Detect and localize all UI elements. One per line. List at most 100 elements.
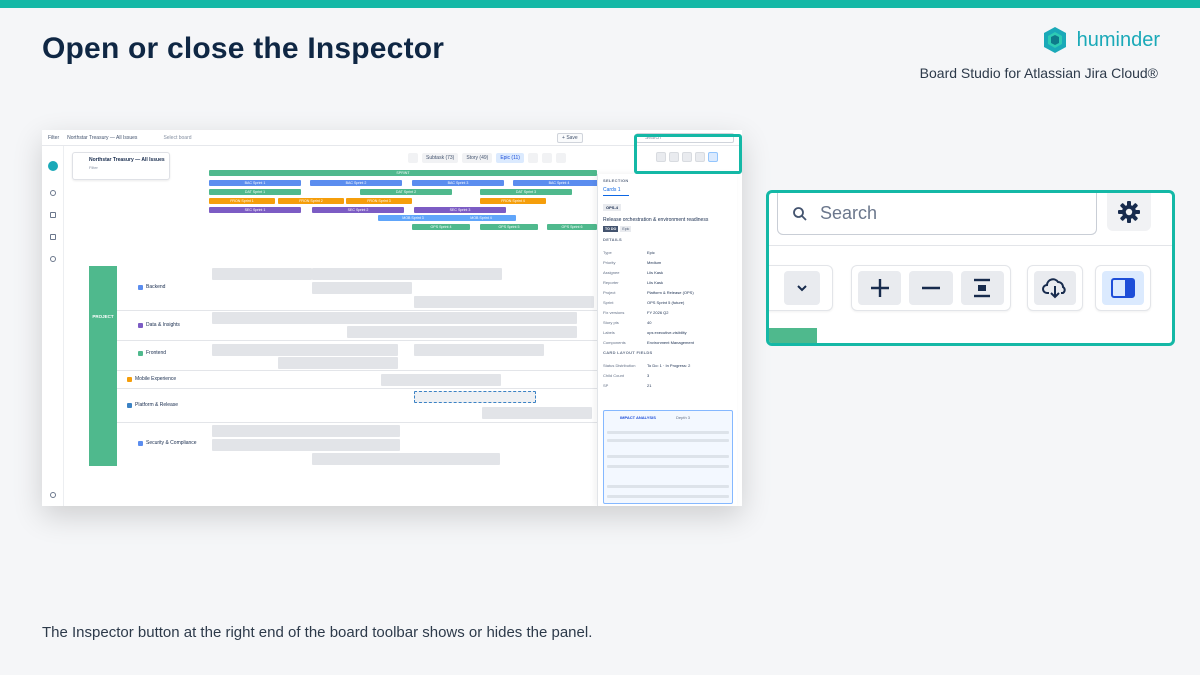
row-divider (117, 340, 597, 341)
board-toolbar: Subtask (73) Story (49) Epic (11) (408, 152, 566, 164)
row-label[interactable]: Security & Compliance (138, 440, 197, 446)
left-rail (42, 146, 64, 506)
sprint-bar-fragment (769, 328, 817, 343)
issue-key[interactable]: OPS-4 (603, 204, 622, 211)
export-button[interactable] (1034, 271, 1076, 305)
row-label[interactable]: Mobile Experience (127, 376, 176, 382)
selected-card[interactable] (414, 391, 536, 403)
inspector-panel: SELECTION Cards 1 OPS-4 Release orchestr… (597, 174, 737, 506)
sprint-bar[interactable]: FRON Sprint 4 (480, 198, 546, 204)
board-name[interactable]: Northstar Treasury — All Issues (67, 135, 137, 141)
help-icon[interactable] (50, 492, 56, 498)
calendar-icon[interactable] (50, 234, 56, 240)
board-screenshot: Filter Northstar Treasury — All Issues S… (42, 130, 742, 506)
card[interactable] (482, 407, 592, 419)
undo-icon[interactable] (408, 153, 418, 163)
save-label: Save (566, 135, 578, 141)
chevron-down-icon[interactable] (784, 271, 820, 305)
inspector-toggle-button[interactable] (1102, 271, 1144, 305)
eye-icon[interactable] (769, 271, 776, 305)
inspector-group (1095, 265, 1151, 311)
slide-subtitle: Board Studio for Atlassian Jira Cloud® (919, 65, 1158, 81)
card[interactable] (414, 344, 544, 356)
sprint-bar[interactable]: MOB Sprint 4 (446, 215, 516, 221)
sprint-bar[interactable]: FRON Sprint 2 (278, 198, 344, 204)
sprint-bar[interactable]: BAC Sprint 3 (412, 180, 504, 186)
sprint-bar[interactable]: DAT Sprint 3 (480, 189, 572, 195)
row-divider (117, 310, 597, 311)
card[interactable] (312, 268, 502, 280)
story-filter[interactable]: Story (49) (462, 153, 493, 163)
card[interactable] (312, 282, 412, 294)
card[interactable] (278, 344, 398, 356)
card[interactable] (212, 268, 312, 280)
sprint-bar[interactable]: SEC Sprint 1 (209, 207, 301, 213)
select-board[interactable]: Select board (163, 135, 191, 141)
app-logo-icon[interactable] (48, 161, 58, 171)
filter-card-title: Northstar Treasury — All Issues (89, 157, 165, 163)
zoom-in-button[interactable] (858, 271, 902, 305)
highlight-box-toolbar (634, 134, 742, 174)
sprint-bar[interactable]: BAC Sprint 4 (513, 180, 605, 186)
card[interactable] (414, 296, 594, 308)
search-placeholder: Search (820, 203, 878, 223)
subtask-filter[interactable]: Subtask (73) (422, 153, 459, 163)
zoom-out-button[interactable] (909, 271, 953, 305)
sprint-bar[interactable]: DAT Sprint 2 (360, 189, 452, 195)
sprint-bar[interactable]: FRON Sprint 3 (346, 198, 412, 204)
link-icon[interactable] (50, 256, 56, 262)
card[interactable] (312, 453, 500, 465)
card[interactable] (347, 326, 577, 338)
epic-filter[interactable]: Epic (11) (496, 153, 524, 163)
zoom-callout: Search (766, 190, 1175, 346)
filter-card-sub: Filter (89, 165, 98, 170)
divider (769, 245, 1172, 246)
sprint-bar[interactable]: SEC Sprint 2 (312, 207, 404, 213)
inspector-heading: SELECTION (603, 178, 629, 183)
row-label[interactable]: Platform & Release (127, 402, 178, 408)
fit-icon (974, 278, 991, 298)
row-label[interactable]: Frontend (138, 350, 166, 356)
status-badge: TO DO (603, 226, 619, 232)
layout-icon[interactable] (527, 153, 538, 163)
row-label[interactable]: Backend (138, 284, 165, 290)
card[interactable] (381, 374, 501, 386)
sprint-bar[interactable]: OPS Sprint 5 (480, 224, 538, 230)
filter-label[interactable]: Filter (48, 135, 59, 141)
sprint-bar[interactable]: FRON Sprint 1 (209, 198, 275, 204)
project-icon (127, 376, 132, 382)
tab-cards[interactable]: Cards 1 (603, 187, 629, 196)
sprint-bar[interactable]: OPS Sprint 6 (547, 224, 597, 230)
columns-icon[interactable] (541, 153, 552, 163)
sprint-bar[interactable]: BAC Sprint 1 (209, 180, 301, 186)
row-label[interactable]: Data & Insights (138, 322, 180, 328)
sprint-bar[interactable]: OPS Sprint 4 (412, 224, 470, 230)
top-accent-bar (0, 0, 1200, 8)
swimlane-project: PROJECT (89, 266, 117, 466)
tab-cards-count: 1 (617, 187, 621, 193)
impact-depth[interactable]: Depth 3 (676, 415, 690, 420)
zoom-controls-group (851, 265, 1011, 311)
sprint-bar[interactable]: SEC Sprint 3 (414, 207, 506, 213)
sprint-bar[interactable]: BAC Sprint 2 (310, 180, 402, 186)
row-divider (117, 370, 597, 371)
calendar-view-icon[interactable] (555, 153, 566, 163)
gear-icon (1118, 201, 1140, 223)
card[interactable] (212, 439, 400, 451)
save-button[interactable]: + Save (557, 133, 583, 143)
project-icon (138, 322, 143, 328)
sprint-bar[interactable]: DAT Sprint 1 (209, 189, 301, 195)
plus-icon (870, 279, 889, 297)
view-dropdown-group (769, 265, 833, 311)
card[interactable] (278, 357, 398, 369)
search-input[interactable]: Search (777, 193, 1097, 235)
card[interactable] (212, 312, 577, 324)
row-divider (117, 388, 597, 389)
sprint-bar[interactable]: MOB Sprint 3 (378, 215, 448, 221)
fit-to-screen-button[interactable] (960, 271, 1004, 305)
list-icon[interactable] (50, 212, 56, 218)
globe-icon[interactable] (50, 190, 56, 196)
settings-button[interactable] (1107, 193, 1151, 231)
filter-card[interactable]: Northstar Treasury — All Issues Filter (72, 152, 170, 180)
card[interactable] (212, 425, 400, 437)
